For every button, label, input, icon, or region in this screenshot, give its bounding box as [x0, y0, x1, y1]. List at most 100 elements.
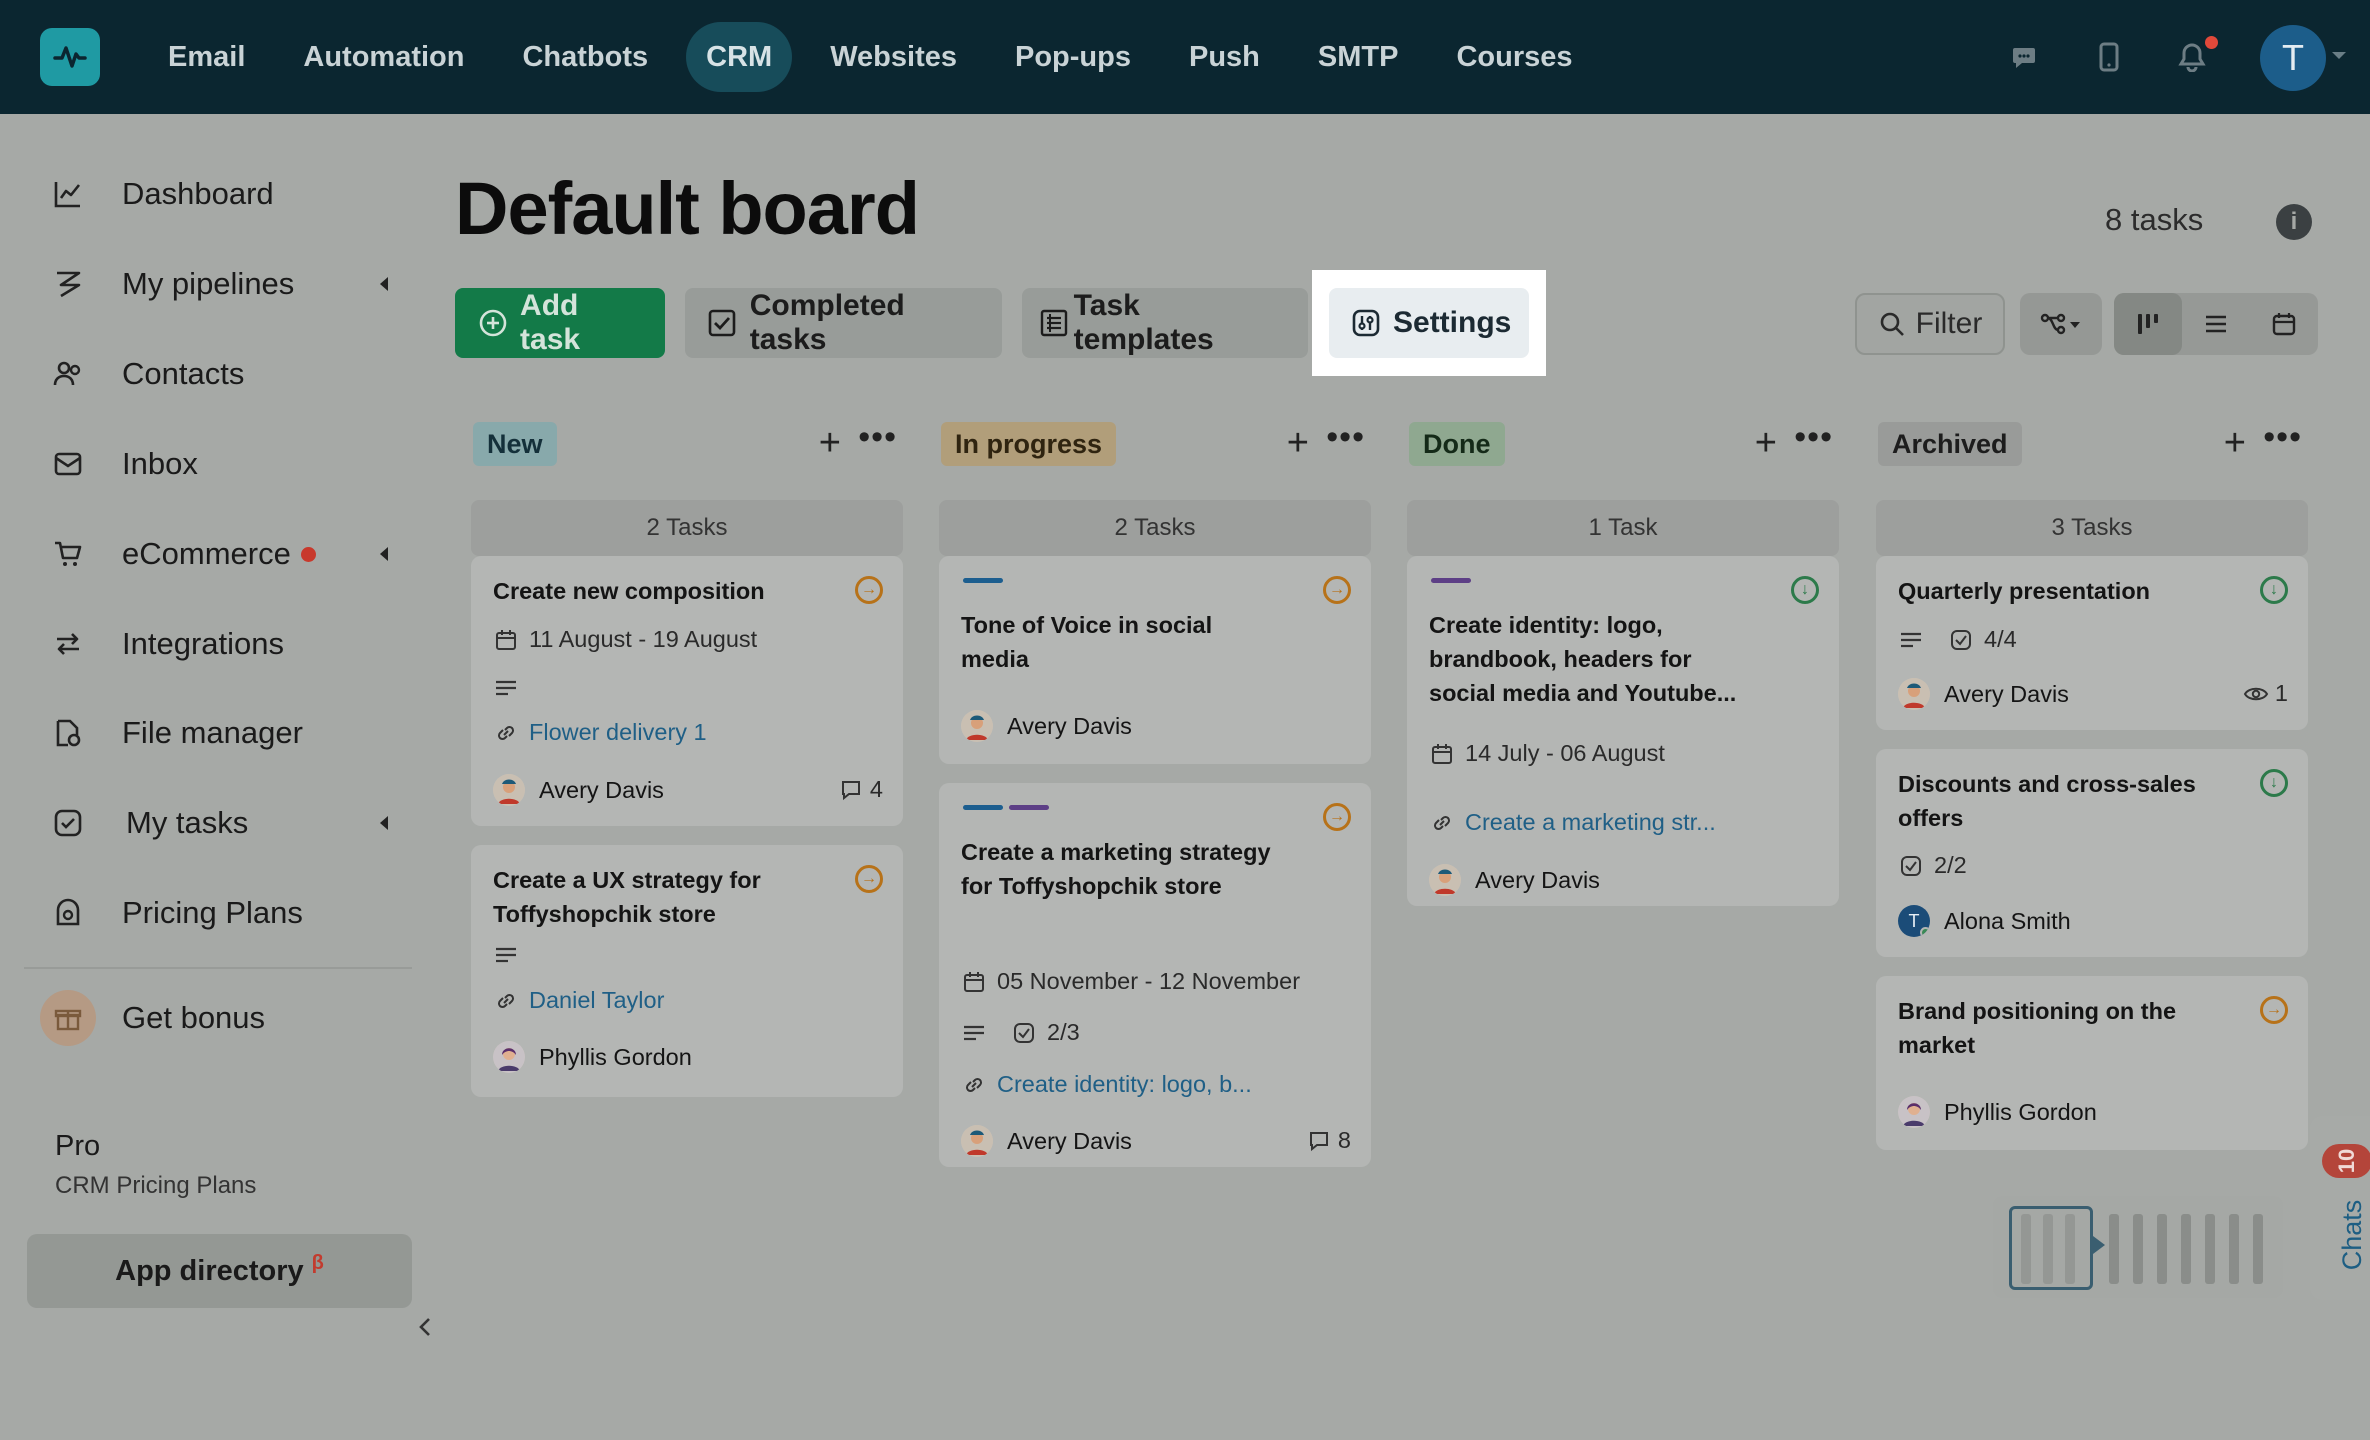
- sidebar-item-label: Dashboard: [122, 176, 274, 211]
- assignee[interactable]: Avery Davis: [493, 774, 664, 806]
- add-card-icon[interactable]: +: [1287, 424, 1309, 462]
- nav-courses[interactable]: Courses: [1436, 22, 1592, 92]
- card-link[interactable]: Flower delivery 1: [493, 719, 707, 746]
- linked-item[interactable]: Create identity: logo, b...: [997, 1071, 1252, 1098]
- beta-badge: β: [311, 1251, 324, 1274]
- add-task-label: Add task: [520, 289, 581, 356]
- column-task-count: 3 Tasks: [1876, 500, 2308, 556]
- minimap-column: [2157, 1214, 2167, 1284]
- assignee[interactable]: Avery Davis: [1898, 678, 2069, 710]
- add-card-icon[interactable]: +: [2224, 424, 2246, 462]
- task-card[interactable]: Tone of Voice in social media → Avery Da…: [939, 556, 1371, 764]
- settings-button[interactable]: Settings: [1329, 288, 1529, 358]
- collapse-sidebar-icon[interactable]: [416, 1313, 436, 1341]
- nav-email[interactable]: Email: [148, 22, 265, 92]
- add-card-icon[interactable]: +: [819, 424, 841, 462]
- chat-icon[interactable]: [2005, 38, 2043, 76]
- status-arrow-icon[interactable]: →: [2260, 996, 2288, 1024]
- minimap-column: [2109, 1214, 2119, 1284]
- completed-tasks-button[interactable]: Completed tasks: [685, 288, 1002, 358]
- kanban-view-icon[interactable]: [2114, 293, 2182, 355]
- assignee[interactable]: Phyllis Gordon: [1898, 1096, 2097, 1128]
- card-link[interactable]: Daniel Taylor: [493, 987, 664, 1014]
- column-title[interactable]: Done: [1409, 422, 1505, 466]
- app-directory-button[interactable]: App directory β: [27, 1234, 412, 1308]
- task-card[interactable]: Discounts and cross-sales offers ↓ 2/2 T…: [1876, 749, 2308, 957]
- linked-item[interactable]: Daniel Taylor: [529, 987, 664, 1014]
- nav-automation[interactable]: Automation: [283, 22, 484, 92]
- column-title[interactable]: New: [473, 422, 557, 466]
- plan-subtitle[interactable]: CRM Pricing Plans: [55, 1172, 256, 1200]
- chevron-down-icon[interactable]: [2332, 52, 2346, 59]
- sidebar-item-pipelines[interactable]: My pipelines: [52, 254, 392, 314]
- sidebar-item-integrations[interactable]: Integrations: [52, 614, 392, 674]
- more-options-icon[interactable]: •••: [2263, 418, 2302, 457]
- assignee-name: Alona Smith: [1944, 907, 2071, 934]
- filter-button[interactable]: Filter: [1855, 293, 2005, 355]
- sidebar-item-inbox[interactable]: Inbox: [52, 434, 392, 494]
- minimap-viewport[interactable]: [2009, 1206, 2093, 1290]
- sidebar-item-label: eCommerce: [122, 536, 291, 571]
- inbox-icon: [52, 448, 84, 480]
- column-done: Done + ••• 1 Task Create identity: logo,…: [1407, 418, 1839, 906]
- sidebar-item-ecommerce[interactable]: eCommerce: [52, 524, 392, 584]
- task-card[interactable]: Create a marketing strategy for Toffysho…: [939, 783, 1371, 1167]
- nav-websites[interactable]: Websites: [810, 22, 977, 92]
- nav-smtp[interactable]: SMTP: [1298, 22, 1419, 92]
- card-link[interactable]: Create a marketing str...: [1429, 809, 1716, 836]
- assignee[interactable]: Avery Davis: [961, 1125, 1132, 1157]
- mobile-icon[interactable]: [2090, 38, 2128, 76]
- status-done-icon[interactable]: ↓: [2260, 576, 2288, 604]
- app-logo-icon[interactable]: [40, 28, 100, 86]
- board-minimap[interactable]: [1993, 1196, 2283, 1298]
- assignee[interactable]: T Alona Smith: [1898, 905, 2071, 937]
- sidebar-item-get-bonus[interactable]: Get bonus: [40, 988, 392, 1048]
- task-card[interactable]: Brand positioning on the market → Phylli…: [1876, 976, 2308, 1150]
- nav-chatbots[interactable]: Chatbots: [502, 22, 668, 92]
- list-view-icon[interactable]: [2182, 293, 2250, 355]
- nav-crm[interactable]: CRM: [686, 22, 793, 92]
- more-options-icon[interactable]: •••: [858, 418, 897, 457]
- status-arrow-icon[interactable]: →: [1323, 803, 1351, 831]
- card-link[interactable]: Create identity: logo, b...: [961, 1071, 1252, 1098]
- info-icon[interactable]: i: [2276, 204, 2312, 240]
- column-title[interactable]: Archived: [1878, 422, 2022, 466]
- search-icon: [1878, 310, 1906, 338]
- linked-item[interactable]: Create a marketing str...: [1465, 809, 1716, 836]
- linked-item[interactable]: Flower delivery 1: [529, 719, 707, 746]
- avatar: [961, 710, 993, 742]
- status-arrow-icon[interactable]: →: [855, 576, 883, 604]
- more-options-icon[interactable]: •••: [1326, 418, 1365, 457]
- status-done-icon[interactable]: ↓: [1791, 576, 1819, 604]
- assignee[interactable]: Avery Davis: [1429, 864, 1600, 896]
- assignee[interactable]: Phyllis Gordon: [493, 1041, 692, 1073]
- nav-popups[interactable]: Pop-ups: [995, 22, 1151, 92]
- status-done-icon[interactable]: ↓: [2260, 769, 2288, 797]
- user-avatar[interactable]: T: [2260, 25, 2326, 91]
- calendar-view-icon[interactable]: [2250, 293, 2318, 355]
- sidebar-item-contacts[interactable]: Contacts: [52, 344, 392, 404]
- group-by-button[interactable]: [2020, 293, 2102, 355]
- add-task-button[interactable]: Add task: [455, 288, 665, 358]
- status-arrow-icon[interactable]: →: [1323, 576, 1351, 604]
- sidebar-item-pricing-plans[interactable]: Pricing Plans: [52, 883, 392, 943]
- task-card[interactable]: Create identity: logo, brandbook, header…: [1407, 556, 1839, 906]
- sidebar-item-dashboard[interactable]: Dashboard: [52, 164, 392, 224]
- add-card-icon[interactable]: +: [1755, 424, 1777, 462]
- assignee[interactable]: Avery Davis: [961, 710, 1132, 742]
- task-templates-button[interactable]: Task templates: [1022, 288, 1308, 358]
- status-arrow-icon[interactable]: →: [855, 865, 883, 893]
- checkbox-icon: [707, 307, 738, 339]
- sidebar-item-file-manager[interactable]: File manager: [52, 703, 392, 763]
- column-title[interactable]: In progress: [941, 422, 1117, 466]
- task-card[interactable]: Create a UX strategy for Toffyshopchik s…: [471, 845, 903, 1097]
- task-card[interactable]: Create new composition → 11 August - 19 …: [471, 556, 903, 826]
- sidebar-item-my-tasks[interactable]: My tasks: [52, 793, 392, 853]
- chats-label[interactable]: Chats: [2327, 1200, 2370, 1271]
- task-card[interactable]: Quarterly presentation ↓ 4/4 Avery Davis…: [1876, 556, 2308, 730]
- avatar: T: [1898, 905, 1930, 937]
- card-meta: 4/4: [1898, 626, 2017, 653]
- nav-push[interactable]: Push: [1169, 22, 1280, 92]
- sidebar-item-label: My pipelines: [122, 266, 295, 301]
- more-options-icon[interactable]: •••: [1794, 418, 1833, 457]
